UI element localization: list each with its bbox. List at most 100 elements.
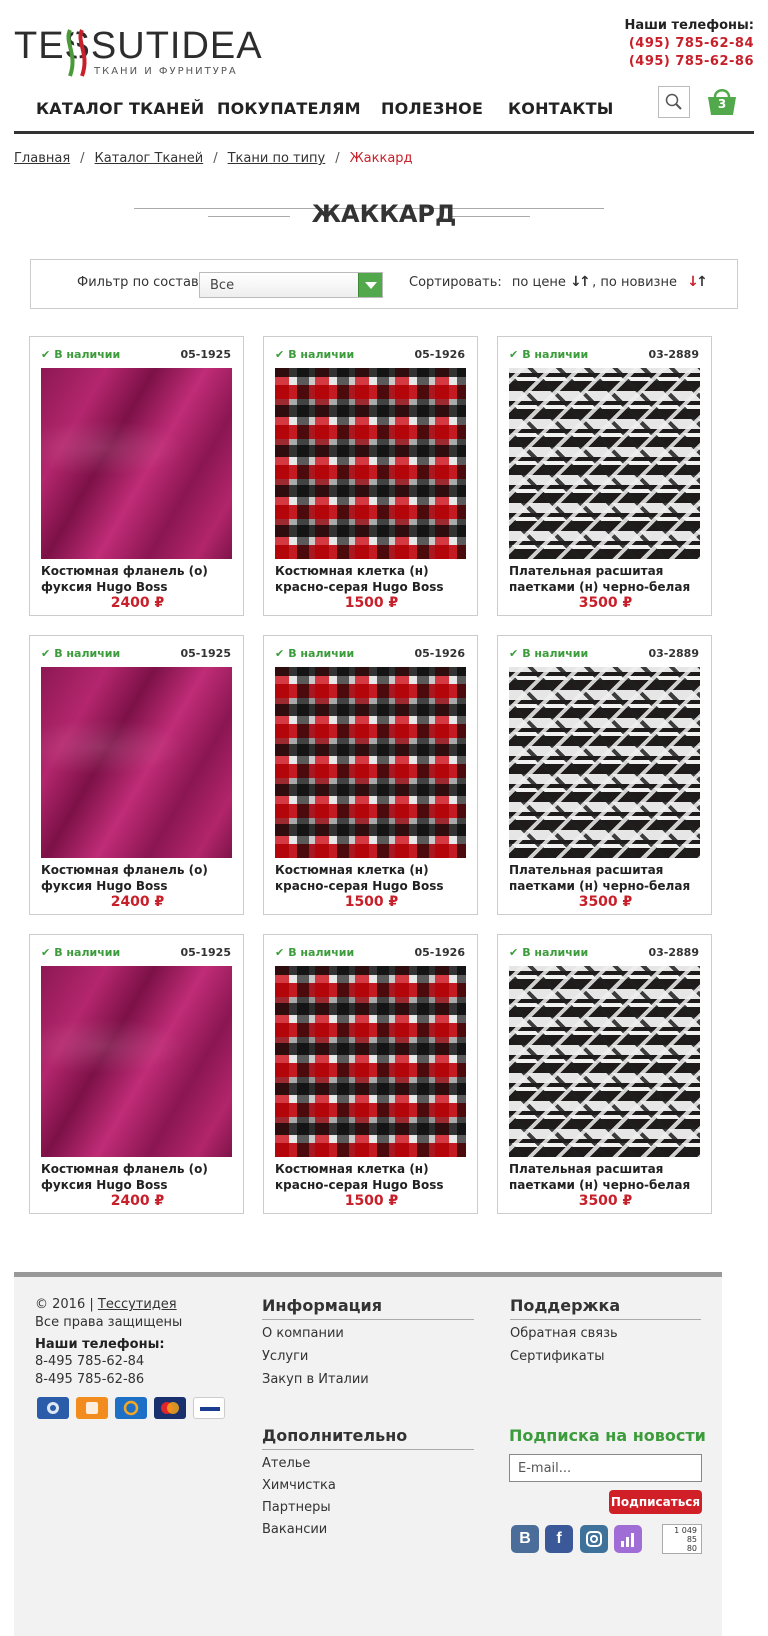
product-name[interactable]: Плательная расшитая паетками (н) черно-б… (509, 563, 704, 595)
header: TESSUTIDEA ТКАНИ И ФУРНИТУРА Наши телефо… (14, 0, 754, 135)
product-name[interactable]: Костюмная фланель (о) фуксия Hugo Boss (41, 862, 236, 894)
product-card[interactable]: ✔ В наличии 05-1926 Костюмная клетка (н) кр… (263, 635, 478, 915)
vk-icon[interactable]: В (511, 1525, 539, 1553)
copyright-text: © 2016 | (35, 1297, 94, 1312)
yandex-money-icon (76, 1397, 108, 1419)
chevron-down-icon[interactable] (358, 273, 382, 297)
product-name[interactable]: Плательная расшитая паетками (н) черно-б… (509, 862, 704, 894)
check-icon: ✔ (275, 647, 285, 660)
sort-controls: Сортировать: по цене ↓↑ , по новизне ↓↑ (409, 275, 708, 290)
subscribe-button[interactable]: Подписаться (609, 1490, 702, 1514)
footer-link-services[interactable]: Услуги (262, 1349, 308, 1364)
product-card[interactable]: ✔ В наличии 05-1925 Костюмная фланель (о) ф… (29, 336, 244, 616)
logo[interactable]: TESSUTIDEA ТКАНИ И ФУРНИТУРА (14, 26, 262, 78)
product-image[interactable] (41, 966, 232, 1157)
check-icon: ✔ (509, 348, 519, 361)
breadcrumb-home[interactable]: Главная (14, 151, 70, 166)
product-image[interactable] (509, 368, 700, 559)
product-card[interactable]: ✔ В наличии 03-2889 Плательная расшитая пае… (497, 336, 712, 616)
in-stock-label: В наличии (522, 348, 589, 361)
yandex-metrika-icon[interactable] (614, 1525, 642, 1553)
visit-counter[interactable]: 1 049 85 80 (662, 1524, 702, 1554)
in-stock-badge: ✔ В наличии (41, 348, 120, 361)
phone-1[interactable]: (495) 785-62-84 (624, 36, 754, 51)
rights-text: Все права защищены (35, 1315, 183, 1330)
footer-link-certificates[interactable]: Сертификаты (510, 1349, 605, 1364)
product-name[interactable]: Костюмная клетка (н) красно-серая Hugo B… (275, 862, 470, 894)
product-name[interactable]: Костюмная фланель (о) фуксия Hugo Boss (41, 563, 236, 595)
breadcrumb-catalog[interactable]: Каталог Тканей (95, 151, 204, 166)
footer: © 2016 | Тессутидея Все права защищены Н… (14, 1272, 722, 1636)
product-image[interactable] (275, 667, 466, 858)
sort-price-asc-icon[interactable]: ↑ (579, 275, 591, 289)
footer-link-feedback[interactable]: Обратная связь (510, 1326, 618, 1341)
product-name[interactable]: Костюмная клетка (н) красно-серая Hugo B… (275, 563, 470, 595)
product-card[interactable]: ✔ В наличии 03-2889 Плательная расшитая пае… (497, 934, 712, 1214)
product-image[interactable] (275, 966, 466, 1157)
qiwi-icon (115, 1397, 147, 1419)
check-icon: ✔ (41, 348, 51, 361)
email-field[interactable] (509, 1454, 702, 1482)
sort-new-desc-icon[interactable]: ↓ (687, 275, 699, 289)
copyright: © 2016 | Тессутидея Все права защищены (35, 1296, 182, 1332)
product-name[interactable]: Плательная расшитая паетками (н) черно-б… (509, 1161, 704, 1193)
product-sku: 05-1925 (180, 946, 232, 959)
footer-link-atelier[interactable]: Ателье (262, 1456, 310, 1471)
product-price: 2400 ₽ (110, 894, 165, 910)
product-sku: 03-2889 (648, 348, 700, 361)
footer-link-dry-cleaning[interactable]: Химчистка (262, 1478, 336, 1493)
cart-button[interactable]: 3 (706, 84, 738, 118)
footer-phone-1[interactable]: 8-495 785-62-84 (35, 1354, 144, 1369)
sort-by-new[interactable]: , по новизне (592, 275, 677, 290)
vk-icon-label: В (519, 1530, 531, 1547)
sort-price-desc-icon[interactable]: ↓ (570, 275, 582, 289)
footer-link-vacancies[interactable]: Вакансии (262, 1522, 327, 1537)
product-image[interactable] (509, 667, 700, 858)
product-card[interactable]: ✔ В наличии 05-1926 Костюмная клетка (н) кр… (263, 336, 478, 616)
nav-item-catalog[interactable]: КАТАЛОГ ТКАНЕЙ (36, 99, 204, 118)
in-stock-badge: ✔ В наличии (509, 348, 588, 361)
footer-link-about[interactable]: О компании (262, 1326, 344, 1341)
check-icon: ✔ (275, 946, 285, 959)
sort-by-price[interactable]: по цене (512, 275, 566, 290)
product-card[interactable]: ✔ В наличии 03-2889 Плательная расшитая пае… (497, 635, 712, 915)
instagram-icon[interactable] (580, 1525, 608, 1553)
product-image[interactable] (509, 966, 700, 1157)
cart-count: 3 (717, 97, 727, 111)
product-image[interactable] (41, 667, 232, 858)
footer-link-italy[interactable]: Закуп в Италии (262, 1372, 369, 1387)
breadcrumb-by-type[interactable]: Ткани по типу (228, 151, 326, 166)
product-name[interactable]: Костюмная клетка (н) красно-серая Hugo B… (275, 1161, 470, 1193)
support-heading: Поддержка (510, 1296, 701, 1320)
phone-2[interactable]: (495) 785-62-86 (624, 54, 754, 69)
check-icon: ✔ (509, 946, 519, 959)
search-button[interactable] (658, 86, 690, 118)
filter-label: Фильтр по составу: (77, 275, 211, 290)
footer-phones-title: Наши телефоны: (35, 1337, 165, 1352)
extra-heading: Дополнительно (262, 1426, 474, 1450)
product-card[interactable]: ✔ В наличии 05-1925 Костюмная фланель (о) ф… (29, 635, 244, 915)
nav-item-contacts[interactable]: КОНТАКТЫ (508, 99, 614, 118)
counter-visitors: 80 (686, 1544, 697, 1553)
facebook-icon[interactable]: f (545, 1525, 573, 1553)
product-name[interactable]: Костюмная фланель (о) фуксия Hugo Boss (41, 1161, 236, 1193)
product-image[interactable] (275, 368, 466, 559)
copyright-link[interactable]: Тессутидея (98, 1297, 177, 1312)
nav-item-useful[interactable]: ПОЛЕЗНОЕ (381, 99, 483, 118)
breadcrumb-separator: / (213, 151, 218, 166)
footer-phone-2[interactable]: 8-495 785-62-86 (35, 1372, 144, 1387)
product-price: 1500 ₽ (344, 894, 399, 910)
composition-select[interactable]: Все (199, 272, 383, 298)
product-card[interactable]: ✔ В наличии 05-1926 Костюмная клетка (н) кр… (263, 934, 478, 1214)
sort-new-asc-icon[interactable]: ↑ (696, 275, 708, 289)
page-title: ЖАККАРД (311, 200, 457, 228)
product-card[interactable]: ✔ В наличии 05-1925 Костюмная фланель (о) ф… (29, 934, 244, 1214)
product-price: 1500 ₽ (344, 595, 399, 611)
product-price: 3500 ₽ (578, 595, 633, 611)
product-image[interactable] (41, 368, 232, 559)
in-stock-label: В наличии (54, 348, 121, 361)
nav-item-buyers[interactable]: ПОКУПАТЕЛЯМ (217, 99, 361, 118)
in-stock-label: В наличии (54, 647, 121, 660)
product-price: 1500 ₽ (344, 1193, 399, 1209)
footer-link-partners[interactable]: Партнеры (262, 1500, 331, 1515)
